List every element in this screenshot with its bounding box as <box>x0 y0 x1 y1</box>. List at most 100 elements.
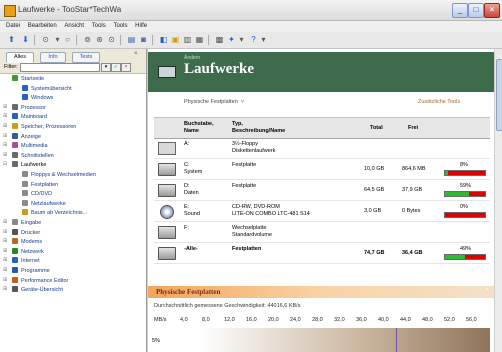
sidebar-item-baum[interactable]: Baum ab Verzeichnis... <box>22 209 87 217</box>
sidebar-item-floppys[interactable]: Floppys & Wechselmedien <box>22 171 96 179</box>
sidebar-item-speicher[interactable]: Speicher, Prozessoren <box>12 123 76 131</box>
free-percent: 0% <box>460 204 468 210</box>
sidebar-item-netzwerk[interactable]: Netzwerk <box>12 247 44 256</box>
view-icon[interactable]: ▥ <box>182 34 193 45</box>
expand-toggle-icon[interactable]: ⊞ <box>3 229 7 235</box>
scrollbar-thumb[interactable] <box>496 59 502 131</box>
sidebar-item-programme[interactable]: Programme <box>12 267 50 275</box>
dropdown-icon[interactable]: ▾ <box>236 34 247 45</box>
go-back-icon[interactable]: ⊙ <box>40 34 51 45</box>
average-speed-marker <box>396 328 397 352</box>
table-row[interactable]: A: 3½-Floppy Diskettenlaufwerk <box>154 138 490 159</box>
forward-arrow-icon[interactable]: ⬇ <box>20 34 31 45</box>
col-total-header[interactable]: Total <box>370 125 383 132</box>
sidebar-item-label: Netzlaufwerke <box>31 200 66 207</box>
dropdown-icon[interactable]: ▾ <box>258 34 269 45</box>
collapse-icon[interactable]: ⌃ <box>484 287 490 295</box>
close-button[interactable]: × <box>484 3 500 18</box>
menu-bearbeiten[interactable]: Bearbeiten <box>28 21 57 32</box>
sidebar-item-mainboard[interactable]: Mainboard <box>12 113 47 121</box>
tab-tests[interactable]: Tests <box>72 52 100 63</box>
col-free-header[interactable]: Frei <box>408 125 418 132</box>
drive-type: Festplatte <box>232 183 257 189</box>
expand-toggle-icon[interactable]: ⊞ <box>3 238 7 244</box>
sidebar-item-prozessor[interactable]: Prozessor <box>12 103 46 112</box>
info-icon[interactable]: ◧ <box>158 34 169 45</box>
col-type-header[interactable]: Typ, Beschreibung/Name <box>232 121 285 134</box>
menu-datei[interactable]: Datei <box>6 21 20 32</box>
title-bar: Laufwerke - TooStar*TechWa _ □ × <box>0 0 502 21</box>
sidebar-item-eingabe[interactable]: Eingabe <box>12 219 41 227</box>
subheader-dropdown[interactable]: Physische Festplatten ˅ <box>184 99 244 105</box>
systemuebersicht-icon <box>22 84 28 91</box>
menu-hilfe[interactable]: Hilfe <box>135 21 147 32</box>
table-row[interactable]: E: Sound CD-RW, DVD-ROM LITE-ON COMBO LTC-4… <box>154 201 490 222</box>
table-row[interactable]: F: Wechselplatte Standardvolume <box>154 222 490 243</box>
expand-toggle-icon[interactable]: ⊞ <box>3 113 7 119</box>
tab-alles[interactable]: Alles <box>6 52 34 63</box>
sidebar-item-cd-dvd[interactable]: CD/DVD <box>22 190 52 198</box>
sidebar-item-startseite[interactable]: Startseite <box>12 75 44 83</box>
sidebar-item-laufwerke[interactable]: Laufwerke <box>12 161 46 169</box>
sidebar-item-modems[interactable]: Modems <box>12 238 42 246</box>
stop-icon[interactable]: ⊚ <box>82 34 93 45</box>
filter-dropdown-icon[interactable]: ▾ <box>101 63 111 72</box>
menu-ansicht[interactable]: Ansicht <box>64 21 84 32</box>
options-icon[interactable]: ▩ <box>214 34 225 45</box>
expand-toggle-icon[interactable]: ⊞ <box>3 286 7 292</box>
menu-tools-2[interactable]: Tools <box>113 21 127 32</box>
sidebar-item-label: Geräte-Übersicht <box>21 287 63 294</box>
sidebar-item-geraete-uebersicht[interactable]: Geräte-Übersicht <box>12 286 63 294</box>
sidebar-item-drucker[interactable]: Drucker <box>12 228 40 237</box>
expand-toggle-icon[interactable]: ⊞ <box>3 248 7 254</box>
report-icon[interactable]: ▤ <box>126 34 137 45</box>
filter-apply-icon[interactable]: ✓ <box>111 63 121 72</box>
sidebar-item-festplatten[interactable]: Festplatten <box>22 180 58 189</box>
folder-icon[interactable]: ▣ <box>170 34 181 45</box>
expand-toggle-icon[interactable]: ⊞ <box>3 152 7 158</box>
expand-toggle-icon[interactable]: ⊞ <box>3 142 7 148</box>
menu-tools-1[interactable]: Tools <box>92 21 106 32</box>
sidebar-item-internet[interactable]: Internet <box>12 257 40 265</box>
axis-tick-label: 24,0 <box>290 317 301 323</box>
print-icon[interactable]: ▦ <box>194 34 205 45</box>
sidebar-item-multimedia[interactable]: Multimedia <box>12 142 48 150</box>
back-arrow-icon[interactable]: ⬆ <box>6 34 17 45</box>
minimize-button[interactable]: _ <box>452 3 468 18</box>
close-panel-icon[interactable]: × <box>134 51 138 57</box>
expand-toggle-icon[interactable]: ⊞ <box>3 267 7 273</box>
home-icon[interactable]: ⊙ <box>106 34 117 45</box>
sidebar-item-schnittstellen[interactable]: Schnittstellen <box>12 151 54 160</box>
filter-clear-icon[interactable]: × <box>121 63 131 72</box>
expand-toggle-icon[interactable]: ⊞ <box>3 123 7 129</box>
sidebar-item-systemuebersicht[interactable]: Systemübersicht <box>22 84 72 93</box>
hard-drive-icon <box>158 184 176 197</box>
col-letter-header[interactable]: Buchstabe, Name <box>184 121 214 134</box>
sidebar-item-netzlaufwerke[interactable]: Netzlaufwerke <box>22 199 66 208</box>
vertical-scrollbar[interactable] <box>494 49 502 352</box>
table-row[interactable]: C: System Festplatte 10,0 GB 864,6 MB 8% <box>154 159 490 180</box>
table-row[interactable]: -Alle- Festplatten 74,7 GB 36,4 GB 49% <box>154 243 490 264</box>
maximize-button[interactable]: □ <box>468 3 484 18</box>
expand-toggle-icon[interactable]: ⊞ <box>3 133 7 139</box>
save-icon[interactable]: ◙ <box>138 34 149 45</box>
sidebar-item-performance-editor[interactable]: Performance Editor <box>12 276 68 285</box>
expand-toggle-icon[interactable]: ⊞ <box>3 257 7 263</box>
go-forward-icon[interactable]: ○ <box>62 34 73 45</box>
table-row[interactable]: D: Daten Festplatte 64,5 GB 37,9 GB 59% <box>154 180 490 201</box>
sidebar-item-anzeige[interactable]: Anzeige <box>12 132 41 141</box>
filter-input[interactable] <box>20 63 100 72</box>
toolbar-separator <box>152 35 153 45</box>
section-header-physical-disks[interactable]: Physische Festplatten ⌃ <box>148 286 494 298</box>
drive-type: CD-RW, DVD-ROM LITE-ON COMBO LTC-481 S14 <box>232 204 310 217</box>
refresh-icon[interactable]: ⊛ <box>94 34 105 45</box>
expand-toggle-icon[interactable]: ⊞ <box>3 219 7 225</box>
sidebar-item-windows[interactable]: Windows <box>22 94 53 102</box>
expand-toggle-icon[interactable]: ⊟ <box>3 161 7 167</box>
tab-info[interactable]: Info <box>40 52 66 63</box>
expand-toggle-icon[interactable]: ⊞ <box>3 277 7 283</box>
cd-drive-icon <box>160 205 174 219</box>
extra-tools-link[interactable]: Zusätzliche Tools <box>418 99 460 105</box>
expand-toggle-icon[interactable]: ⊞ <box>3 104 7 110</box>
drive-letter: D: Daten <box>184 183 199 196</box>
